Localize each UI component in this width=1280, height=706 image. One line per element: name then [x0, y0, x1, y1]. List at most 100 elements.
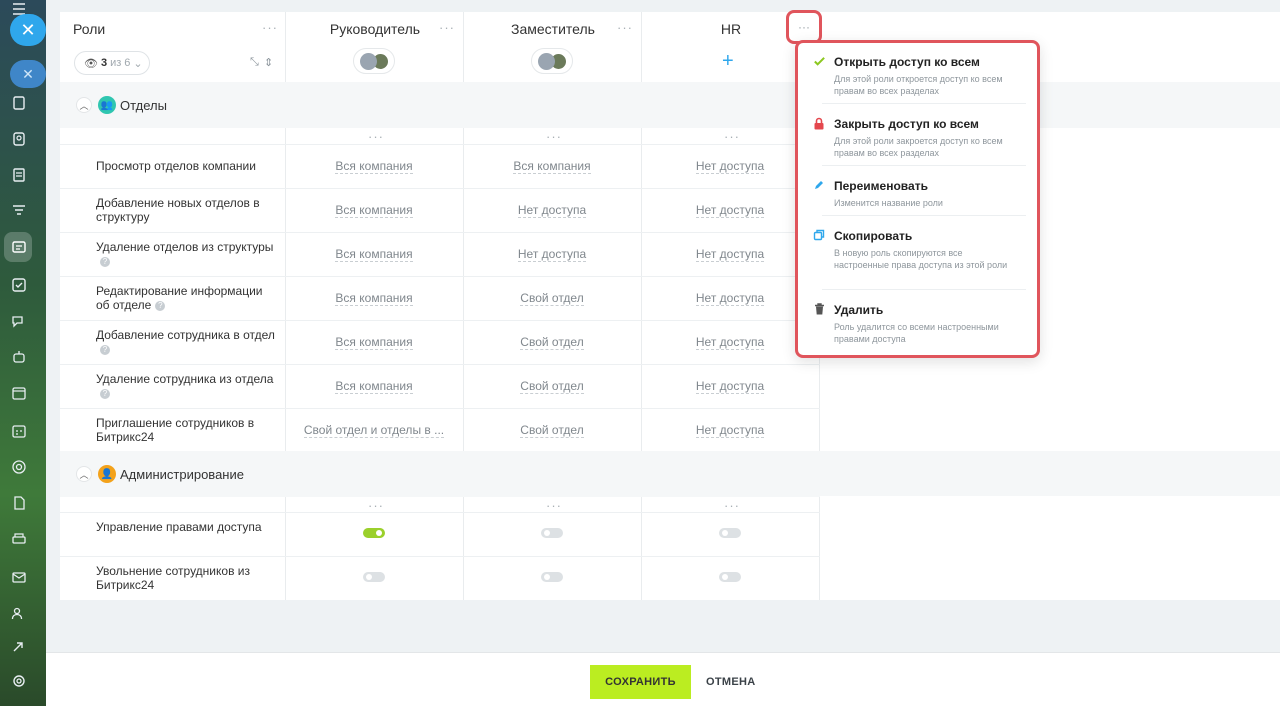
access-level-select[interactable]: Вся компания	[284, 335, 464, 350]
printer-icon[interactable]	[10, 530, 28, 548]
avatar-group[interactable]	[353, 48, 395, 74]
check-icon	[812, 54, 826, 68]
left-sidebar: ✕ ✕	[0, 0, 46, 706]
cancel-button[interactable]: ОТМЕНА	[706, 665, 755, 699]
arrow-icon[interactable]	[10, 638, 28, 656]
permission-toggle[interactable]	[541, 528, 563, 538]
column-title-deputy: Заместитель	[511, 21, 595, 37]
contacts-icon[interactable]	[10, 130, 28, 148]
access-level-select[interactable]: Нет доступа	[640, 159, 820, 174]
robot-icon[interactable]	[10, 348, 28, 366]
schedule-icon[interactable]	[10, 422, 28, 440]
access-level-select[interactable]: Свой отдел	[462, 335, 642, 350]
roles-counter-select[interactable]: 👁 3 из 6 ⌄	[74, 51, 150, 75]
roles-more-icon[interactable]: ···	[262, 21, 278, 34]
access-level-select[interactable]: Нет доступа	[640, 423, 820, 438]
row-label: Удаление отделов из структуры?	[96, 240, 274, 267]
menu-item-copy[interactable]: Скопировать В новую роль скопируются все…	[810, 229, 1020, 271]
row-label: Приглашение сотрудников в Битрикс24	[96, 416, 255, 444]
column-more-icon[interactable]: ···	[546, 499, 562, 512]
copy-icon	[812, 228, 826, 242]
column-title-manager: Руководитель	[329, 21, 421, 37]
mail-icon[interactable]	[10, 568, 28, 586]
pencil-icon	[812, 178, 826, 192]
row-label: Удаление сотрудника из отдела?	[96, 372, 274, 399]
column-more-icon[interactable]: ···	[439, 21, 455, 34]
access-rights-table: Роли ··· 👁 3 из 6 ⌄ ⤡ ⇕ Руководитель ···…	[60, 12, 820, 600]
departments-icon: 👥	[98, 96, 116, 114]
close-slider-button[interactable]: ✕	[10, 14, 46, 46]
section-header[interactable]	[60, 82, 820, 128]
collapse-icon[interactable]: ⤡	[250, 56, 259, 69]
team-icon[interactable]	[10, 604, 28, 622]
column-more-icon[interactable]: ···	[368, 130, 384, 143]
menu-item-delete[interactable]: Удалить Роль удалится со всеми настроенн…	[810, 303, 1020, 345]
access-level-select[interactable]: Свой отдел	[462, 423, 642, 438]
access-level-select[interactable]: Вся компания	[284, 379, 464, 394]
access-level-select[interactable]: Нет доступа	[462, 247, 642, 262]
footer-bar: СОХРАНИТЬ ОТМЕНА	[46, 652, 1280, 706]
access-level-select[interactable]: Нет доступа	[640, 379, 820, 394]
access-level-select[interactable]: Свой отдел	[462, 291, 642, 306]
task-check-icon[interactable]	[10, 276, 28, 294]
role-actions-menu: Открыть доступ ко всем Для этой роли отк…	[795, 40, 1040, 358]
permission-toggle[interactable]	[363, 528, 385, 538]
document-icon[interactable]	[10, 94, 28, 112]
access-level-select[interactable]: Вся компания	[284, 159, 464, 174]
column-more-icon[interactable]: ···	[724, 130, 740, 143]
menu-item-open-all[interactable]: Открыть доступ ко всем Для этой роли отк…	[810, 55, 1020, 97]
calendar-icon[interactable]	[10, 384, 28, 402]
permission-toggle[interactable]	[719, 572, 741, 582]
access-level-select[interactable]: Нет доступа	[640, 203, 820, 218]
help-icon[interactable]: ?	[155, 300, 166, 311]
access-level-select[interactable]: Вся компания	[284, 203, 464, 218]
file-icon[interactable]	[10, 494, 28, 512]
chevron-up-icon[interactable]: ︿	[76, 466, 92, 482]
access-level-select[interactable]: Свой отдел и отделы в ...	[284, 423, 464, 438]
menu-item-close-all[interactable]: Закрыть доступ ко всем Для этой роли зак…	[810, 117, 1020, 159]
filter-icon[interactable]	[10, 202, 28, 220]
role-actions-button[interactable]: ···	[786, 10, 822, 44]
chevron-up-icon[interactable]: ︿	[76, 97, 92, 113]
trash-icon	[812, 302, 826, 316]
column-more-icon[interactable]: ···	[368, 499, 384, 512]
row-label: Добавление новых отделов в структуру	[96, 196, 260, 224]
eye-icon: 👁	[84, 57, 98, 70]
lock-icon	[812, 116, 826, 130]
sort-icon[interactable]: ⇕	[264, 56, 273, 69]
column-more-icon[interactable]: ···	[546, 130, 562, 143]
avatar	[359, 52, 377, 70]
section-title: Отделы	[120, 98, 167, 113]
help-icon[interactable]: ?	[100, 256, 110, 267]
avatar-group[interactable]	[531, 48, 573, 74]
row-label: Управление правами доступа	[96, 520, 262, 534]
save-button[interactable]: СОХРАНИТЬ	[590, 665, 691, 699]
target-icon[interactable]	[10, 458, 28, 476]
settings-gear-icon[interactable]	[10, 672, 28, 690]
access-level-select[interactable]: Вся компания	[462, 159, 642, 174]
permission-toggle[interactable]	[541, 572, 563, 582]
access-level-select[interactable]: Вся компания	[284, 247, 464, 262]
access-level-select[interactable]: Нет доступа	[640, 335, 820, 350]
row-label: Просмотр отделов компании	[96, 159, 256, 173]
id-card-icon[interactable]	[10, 238, 28, 256]
access-level-select[interactable]: Вся компания	[284, 291, 464, 306]
help-icon[interactable]: ?	[100, 344, 110, 355]
access-level-select[interactable]: Нет доступа	[640, 291, 820, 306]
administration-icon: 👤	[98, 465, 116, 483]
menu-item-rename[interactable]: Переименовать Изменится название роли	[810, 179, 1020, 209]
permission-toggle[interactable]	[719, 528, 741, 538]
row-label: Увольнение сотрудников из Битрикс24	[96, 564, 250, 592]
chevron-down-icon: ⌄	[133, 57, 143, 70]
close-secondary-button[interactable]: ✕	[10, 60, 46, 88]
column-more-icon[interactable]: ···	[617, 21, 633, 34]
column-more-icon[interactable]: ···	[724, 499, 740, 512]
access-level-select[interactable]: Нет доступа	[462, 203, 642, 218]
add-member-icon[interactable]: +	[722, 51, 734, 71]
access-level-select[interactable]: Свой отдел	[462, 379, 642, 394]
help-icon[interactable]: ?	[100, 388, 110, 399]
page-icon[interactable]	[10, 166, 28, 184]
permission-toggle[interactable]	[363, 572, 385, 582]
access-level-select[interactable]: Нет доступа	[640, 247, 820, 262]
chat-icon[interactable]	[10, 312, 28, 330]
